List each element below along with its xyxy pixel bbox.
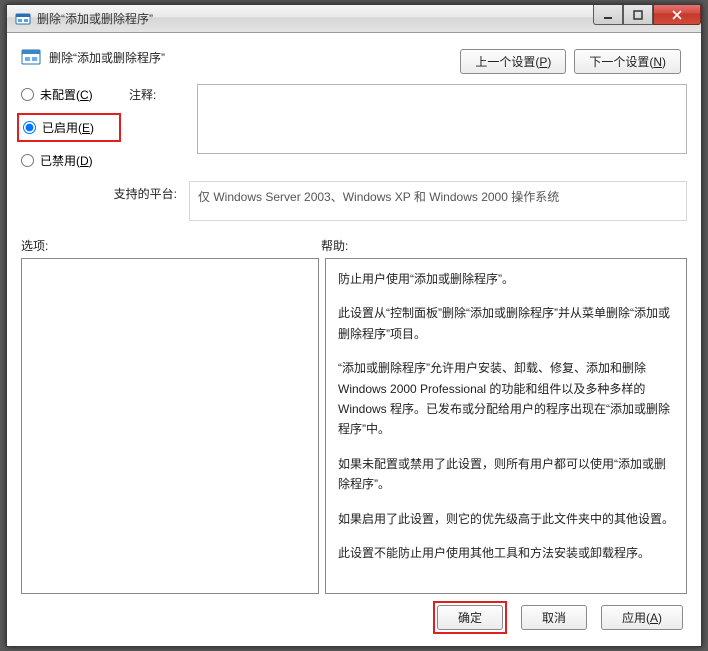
- radio-enabled[interactable]: 已启用(E): [17, 113, 121, 142]
- help-paragraph: 如果启用了此设置，则它的优先级高于此文件夹中的其他设置。: [338, 509, 674, 529]
- options-label: 选项:: [21, 237, 321, 254]
- minimize-button[interactable]: [593, 5, 623, 25]
- window-controls: [593, 5, 701, 25]
- next-setting-button[interactable]: 下一个设置(N): [574, 49, 681, 74]
- dialog-content: 删除“添加或删除程序” 上一个设置(P) 下一个设置(N) 未配置(C) 已启用…: [7, 33, 701, 646]
- cancel-button[interactable]: 取消: [521, 605, 587, 630]
- comment-textarea[interactable]: [197, 84, 687, 154]
- options-panel[interactable]: [21, 258, 319, 594]
- radio-disabled[interactable]: 已禁用(D): [21, 152, 121, 169]
- app-icon: [15, 11, 31, 27]
- help-paragraph: 防止用户使用“添加或删除程序”。: [338, 269, 674, 289]
- radio-not-configured-input[interactable]: [21, 88, 34, 101]
- close-button[interactable]: [653, 5, 701, 25]
- help-paragraph: 此设置不能防止用户使用其他工具和方法安装或卸载程序。: [338, 543, 674, 563]
- state-radio-group: 未配置(C) 已启用(E) 已禁用(D): [21, 84, 121, 169]
- platform-text: 仅 Windows Server 2003、Windows XP 和 Windo…: [189, 181, 687, 221]
- maximize-button[interactable]: [623, 5, 653, 25]
- help-paragraph: 此设置从“控制面板”删除“添加或删除程序”并从菜单删除“添加或删除程序”项目。: [338, 303, 674, 344]
- radio-not-configured[interactable]: 未配置(C): [21, 86, 121, 103]
- platform-label: 支持的平台:: [21, 181, 181, 202]
- titlebar[interactable]: 删除“添加或删除程序”: [7, 5, 701, 33]
- help-paragraph: “添加或删除程序”允许用户安装、卸载、修复、添加和删除 Windows 2000…: [338, 358, 674, 440]
- previous-setting-button[interactable]: 上一个设置(P): [460, 49, 566, 74]
- radio-disabled-input[interactable]: [21, 154, 34, 167]
- help-paragraph: 如果未配置或禁用了此设置，则所有用户都可以使用“添加或删除程序”。: [338, 454, 674, 495]
- dialog-footer: 确定 取消 应用(A): [433, 601, 683, 634]
- apply-button[interactable]: 应用(A): [601, 605, 683, 630]
- radio-enabled-input[interactable]: [23, 121, 36, 134]
- ok-button[interactable]: 确定: [437, 605, 503, 630]
- policy-title: 删除“添加或删除程序”: [49, 49, 165, 66]
- help-panel[interactable]: 防止用户使用“添加或删除程序”。此设置从“控制面板”删除“添加或删除程序”并从菜…: [325, 258, 687, 594]
- policy-icon: [21, 47, 41, 67]
- comment-label: 注释:: [129, 84, 189, 103]
- help-label: 帮助:: [321, 237, 687, 254]
- dialog-window: 删除“添加或删除程序” 删除“添加或删除程序” 上一个设置(P) 下: [6, 4, 702, 647]
- window-title: 删除“添加或删除程序”: [37, 10, 153, 27]
